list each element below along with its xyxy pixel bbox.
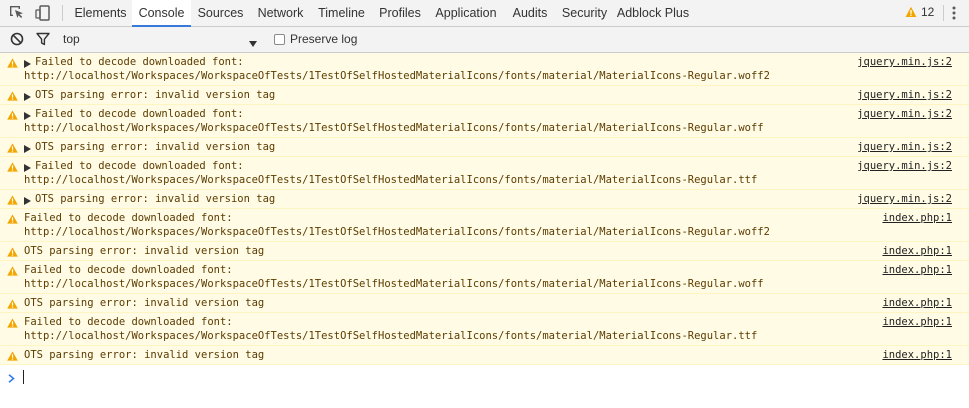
- dropdown-arrow-icon[interactable]: [249, 36, 257, 47]
- tab-profiles[interactable]: Profiles: [372, 0, 428, 26]
- source-link[interactable]: jquery.min.js:2: [857, 141, 952, 154]
- message-text: Failed to decode downloaded font:: [24, 212, 233, 224]
- devtools-tab-toolbar: Elements Console Sources Network Timelin…: [0, 0, 969, 27]
- warning-count: 12: [921, 5, 935, 19]
- source-link[interactable]: index.php:1: [882, 297, 952, 310]
- expand-arrow-icon[interactable]: [24, 144, 31, 153]
- more-menu-icon[interactable]: [952, 6, 956, 20]
- console-warning-message[interactable]: Failed to decode downloaded font: http:/…: [0, 209, 969, 242]
- text-caret: [23, 370, 24, 384]
- expand-arrow-icon[interactable]: [24, 163, 31, 172]
- source-link[interactable]: jquery.min.js:2: [857, 108, 952, 121]
- warning-icon: [7, 143, 18, 153]
- warning-icon: [7, 214, 18, 224]
- warning-icon: [7, 299, 18, 309]
- source-link[interactable]: jquery.min.js:2: [857, 193, 952, 206]
- source-link[interactable]: jquery.min.js:2: [857, 89, 952, 102]
- expand-arrow-icon[interactable]: [24, 111, 31, 120]
- warning-icon: [7, 247, 18, 257]
- message-text: Failed to decode downloaded font:: [35, 56, 244, 68]
- expand-arrow-icon[interactable]: [24, 59, 31, 68]
- console-messages: Failed to decode downloaded font: http:/…: [0, 53, 969, 365]
- warning-icon: [7, 162, 18, 172]
- tab-audits[interactable]: Audits: [504, 0, 556, 26]
- warning-icon: [7, 58, 18, 68]
- source-link[interactable]: jquery.min.js:2: [857, 56, 952, 69]
- message-url: http://localhost/Workspaces/WorkspaceOfT…: [24, 122, 764, 134]
- source-link[interactable]: index.php:1: [882, 245, 952, 258]
- filter-icon[interactable]: [36, 32, 50, 46]
- source-link[interactable]: index.php:1: [882, 316, 952, 329]
- console-warning-message[interactable]: OTS parsing error: invalid version tag i…: [0, 346, 969, 365]
- console-warning-message[interactable]: OTS parsing error: invalid version tag i…: [0, 294, 969, 313]
- console-warning-message[interactable]: Failed to decode downloaded font: http:/…: [0, 261, 969, 294]
- warning-icon: [7, 318, 18, 328]
- tab-timeline[interactable]: Timeline: [311, 0, 372, 26]
- preserve-log-label[interactable]: Preserve log: [290, 32, 357, 47]
- source-link[interactable]: index.php:1: [882, 212, 952, 225]
- clear-console-icon[interactable]: [10, 32, 24, 46]
- tab-elements[interactable]: Elements: [69, 0, 132, 26]
- warning-icon: [905, 6, 917, 18]
- device-toolbar-icon[interactable]: [34, 4, 52, 22]
- console-warning-message[interactable]: OTS parsing error: invalid version tag j…: [0, 86, 969, 105]
- message-text: OTS parsing error: invalid version tag: [24, 297, 265, 309]
- tab-network[interactable]: Network: [250, 0, 311, 26]
- console-prompt[interactable]: [0, 367, 969, 387]
- toolbar-divider: [943, 5, 944, 21]
- expand-arrow-icon[interactable]: [24, 196, 31, 205]
- tab-security[interactable]: Security: [556, 0, 613, 26]
- console-warning-message[interactable]: Failed to decode downloaded font: http:/…: [0, 157, 969, 190]
- console-filter-bar: top Preserve log: [0, 27, 969, 53]
- console-warning-message[interactable]: Failed to decode downloaded font: http:/…: [0, 53, 969, 86]
- warning-icon: [7, 266, 18, 276]
- console-warning-message[interactable]: Failed to decode downloaded font: http:/…: [0, 105, 969, 138]
- message-text: Failed to decode downloaded font:: [35, 160, 244, 172]
- preserve-log-checkbox[interactable]: [274, 34, 285, 45]
- expand-arrow-icon[interactable]: [24, 92, 31, 101]
- message-text: Failed to decode downloaded font:: [24, 264, 233, 276]
- console-warning-message[interactable]: OTS parsing error: invalid version tag i…: [0, 242, 969, 261]
- message-text: OTS parsing error: invalid version tag: [35, 141, 276, 153]
- console-warning-message[interactable]: Failed to decode downloaded font: http:/…: [0, 313, 969, 346]
- console-warning-message[interactable]: OTS parsing error: invalid version tag j…: [0, 138, 969, 157]
- warning-icon: [7, 91, 18, 101]
- source-link[interactable]: index.php:1: [882, 349, 952, 362]
- message-text: Failed to decode downloaded font:: [24, 316, 233, 328]
- inspect-element-icon[interactable]: [8, 4, 26, 22]
- console-warning-message[interactable]: OTS parsing error: invalid version tag j…: [0, 190, 969, 209]
- message-text: OTS parsing error: invalid version tag: [24, 245, 265, 257]
- prompt-chevron-icon: [8, 372, 15, 383]
- warning-icon: [7, 110, 18, 120]
- message-text: OTS parsing error: invalid version tag: [24, 349, 265, 361]
- warning-icon: [7, 195, 18, 205]
- message-text: OTS parsing error: invalid version tag: [35, 193, 276, 205]
- tab-sources[interactable]: Sources: [191, 0, 250, 26]
- source-link[interactable]: index.php:1: [882, 264, 952, 277]
- message-url: http://localhost/Workspaces/WorkspaceOfT…: [24, 174, 758, 186]
- message-text: Failed to decode downloaded font:: [35, 108, 244, 120]
- message-url: http://localhost/Workspaces/WorkspaceOfT…: [24, 278, 764, 290]
- message-url: http://localhost/Workspaces/WorkspaceOfT…: [24, 226, 770, 238]
- source-link[interactable]: jquery.min.js:2: [857, 160, 952, 173]
- tab-adblock-plus[interactable]: Adblock Plus: [613, 0, 693, 26]
- tab-application[interactable]: Application: [428, 0, 504, 26]
- tab-console[interactable]: Console: [132, 0, 191, 27]
- message-text: OTS parsing error: invalid version tag: [35, 89, 276, 101]
- context-selector[interactable]: top: [63, 32, 80, 47]
- message-url: http://localhost/Workspaces/WorkspaceOfT…: [24, 70, 770, 82]
- warning-icon: [7, 351, 18, 361]
- toolbar-divider: [62, 5, 63, 21]
- message-url: http://localhost/Workspaces/WorkspaceOfT…: [24, 330, 758, 342]
